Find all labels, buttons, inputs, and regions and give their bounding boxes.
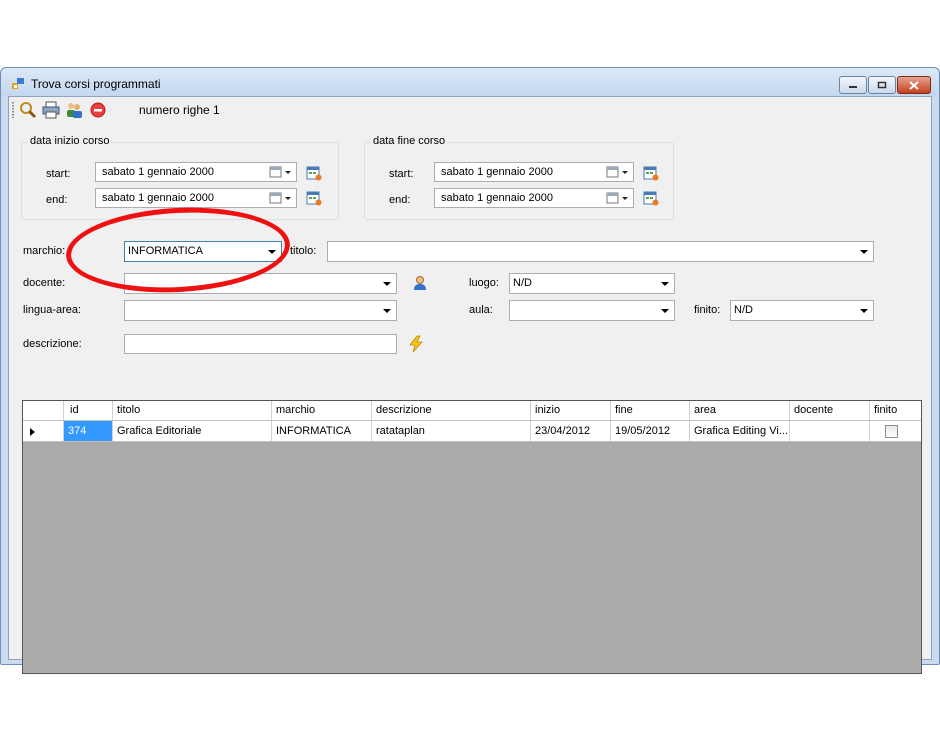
users-icon[interactable] (65, 101, 83, 119)
cell-marchio[interactable]: INFORMATICA (272, 421, 372, 441)
group-legend: data fine corso (371, 135, 448, 147)
cell-descrizione[interactable]: ratataplan (372, 421, 531, 441)
docente-select[interactable] (124, 273, 397, 294)
stop-icon[interactable] (89, 101, 107, 119)
person-icon[interactable] (412, 275, 428, 291)
cell-id[interactable]: 374 (64, 421, 113, 441)
start-date-picker[interactable]: sabato 1 gennaio 2000 (434, 162, 634, 182)
chevron-down-icon[interactable] (860, 309, 868, 313)
calendar-dropdown-icon[interactable] (606, 192, 630, 204)
start-label: start: (46, 168, 71, 180)
titolo-label: titolo: (290, 245, 317, 257)
calendar-icon[interactable] (306, 165, 322, 181)
column-header-area[interactable]: area (690, 401, 790, 420)
descrizione-label: descrizione: (23, 338, 82, 350)
group-legend: data inizio corso (28, 135, 112, 147)
close-icon (909, 80, 919, 90)
results-grid[interactable]: id titolo marchio descrizione inizio fin… (22, 400, 922, 674)
docente-label: docente: (23, 277, 66, 289)
cell-inizio[interactable]: 23/04/2012 (531, 421, 611, 441)
calendar-dropdown-icon[interactable] (269, 166, 293, 178)
date-value: sabato 1 gennaio 2000 (102, 166, 214, 178)
window-title: Trova corsi programmati (31, 77, 161, 91)
marchio-value: INFORMATICA (128, 245, 203, 257)
chevron-down-icon[interactable] (383, 282, 391, 286)
client-area: numero righe 1 data inizio corso start: … (8, 96, 932, 674)
lingua-area-select[interactable] (124, 300, 397, 321)
descrizione-input[interactable] (124, 334, 397, 354)
marchio-select[interactable]: INFORMATICA (124, 241, 282, 262)
finito-label: finito: (694, 304, 721, 316)
table-row[interactable]: 374 Grafica Editoriale INFORMATICA ratat… (23, 421, 921, 442)
end-date-picker[interactable]: sabato 1 gennaio 2000 (95, 188, 297, 208)
luogo-select[interactable]: N/D (509, 273, 675, 294)
end-date-group: data fine corso start: sabato 1 gennaio … (364, 135, 674, 220)
print-icon[interactable] (42, 101, 60, 119)
titolo-select[interactable] (327, 241, 874, 262)
toolbar-grip[interactable] (12, 102, 14, 118)
cell-titolo[interactable]: Grafica Editoriale (113, 421, 272, 441)
date-value: sabato 1 gennaio 2000 (102, 192, 214, 204)
chevron-down-icon[interactable] (268, 250, 276, 254)
app-icon (12, 78, 24, 89)
cell-fine[interactable]: 19/05/2012 (611, 421, 690, 441)
calendar-dropdown-icon[interactable] (269, 192, 293, 204)
lingua-area-label: lingua-area: (23, 304, 82, 316)
luogo-value: N/D (513, 277, 532, 289)
start-label: start: (389, 168, 414, 180)
column-header-fine[interactable]: fine (611, 401, 690, 420)
end-date-picker[interactable]: sabato 1 gennaio 2000 (434, 188, 634, 208)
rows-count-label: numero righe 1 (139, 103, 220, 117)
chevron-down-icon[interactable] (383, 309, 391, 313)
maximize-icon (877, 81, 887, 89)
calendar-icon[interactable] (643, 190, 659, 206)
calendar-icon[interactable] (643, 165, 659, 181)
column-header-inizio[interactable]: inizio (531, 401, 611, 420)
column-header-finito[interactable]: finito (870, 401, 921, 420)
finito-value: N/D (734, 304, 753, 316)
luogo-label: luogo: (469, 277, 499, 289)
aula-select[interactable] (509, 300, 675, 321)
column-header-docente[interactable]: docente (790, 401, 870, 420)
cell-docente[interactable] (790, 421, 870, 441)
column-header-titolo[interactable]: titolo (113, 401, 272, 420)
column-header-descrizione[interactable]: descrizione (372, 401, 531, 420)
chevron-down-icon[interactable] (661, 309, 669, 313)
calendar-dropdown-icon[interactable] (606, 166, 630, 178)
close-button[interactable] (897, 76, 931, 94)
start-date-picker[interactable]: sabato 1 gennaio 2000 (95, 162, 297, 182)
aula-label: aula: (469, 304, 493, 316)
end-label: end: (389, 194, 411, 206)
marchio-label: marchio: (23, 245, 66, 257)
minimize-button[interactable] (839, 76, 867, 94)
grid-header: id titolo marchio descrizione inizio fin… (23, 401, 921, 421)
title-bar[interactable]: Trova corsi programmati (1, 68, 939, 96)
row-header-corner (23, 401, 64, 420)
column-header-marchio[interactable]: marchio (272, 401, 372, 420)
minimize-icon (849, 86, 857, 88)
search-icon[interactable] (19, 101, 37, 119)
cell-finito[interactable] (870, 421, 921, 441)
cell-area[interactable]: Grafica Editing Vi... (690, 421, 790, 441)
finito-select[interactable]: N/D (730, 300, 874, 321)
toolbar: numero righe 1 (9, 97, 931, 123)
end-label: end: (46, 194, 68, 206)
current-row-arrow-icon (30, 428, 35, 436)
maximize-button[interactable] (868, 76, 896, 94)
lightning-icon[interactable] (407, 335, 425, 353)
date-value: sabato 1 gennaio 2000 (441, 166, 553, 178)
main-window: Trova corsi programmati numero righe 1 d… (0, 67, 940, 674)
finito-checkbox[interactable] (885, 425, 898, 438)
chevron-down-icon[interactable] (661, 282, 669, 286)
row-header[interactable] (23, 421, 64, 441)
start-date-group: data inizio corso start: sabato 1 gennai… (21, 135, 339, 220)
calendar-icon[interactable] (306, 190, 322, 206)
date-value: sabato 1 gennaio 2000 (441, 192, 553, 204)
column-header-id[interactable]: id (64, 401, 113, 420)
chevron-down-icon[interactable] (860, 250, 868, 254)
